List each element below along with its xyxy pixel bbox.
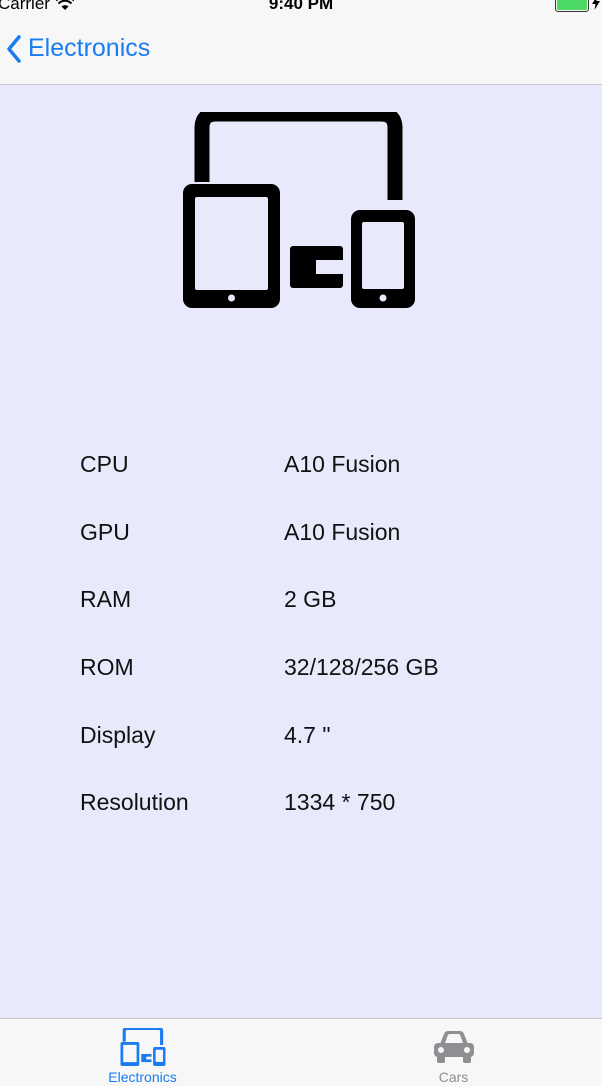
spec-label: CPU [80,451,129,478]
status-time: 9:40 PM [268,0,334,13]
spec-value: 1334 * 750 [284,789,396,816]
spec-value: 2 GB [284,586,337,613]
battery-icon [555,0,589,12]
tab-cars[interactable]: Cars [303,1019,602,1086]
devices-icon [183,112,415,308]
battery-level [557,0,587,10]
spec-list: CPU A10 Fusion GPU A10 Fusion RAM 2 GB R… [80,431,560,837]
spec-value: A10 Fusion [284,518,401,545]
spec-label: RAM [80,586,132,613]
car-icon [433,1031,474,1063]
spec-row-ram: RAM 2 GB [80,566,560,634]
screen: Carrier 9:40 PM Electronics CPU A10 Fusi… [0,0,602,1086]
spec-value: 4.7 " [284,721,331,748]
spec-value: A10 Fusion [284,451,401,478]
tab-electronics[interactable]: Electronics [0,1019,293,1086]
spec-value: 32/128/256 GB [284,654,439,681]
battery [555,0,600,12]
spec-row-rom: ROM 32/128/256 GB [80,634,560,702]
spec-row-display: Display 4.7 " [80,701,560,769]
chevron-left-icon [7,34,21,63]
charging-icon [592,0,600,10]
spec-row-resolution: Resolution 1334 * 750 [80,769,560,837]
devices-icon [120,1028,165,1066]
spec-label: Resolution [80,789,189,816]
navigation-bar: Electronics [0,14,602,85]
tab-label: Cars [438,1069,469,1085]
spec-row-cpu: CPU A10 Fusion [80,431,560,499]
back-button-label: Electronics [28,34,151,62]
tab-bar: Electronics Cars [0,1018,602,1086]
spec-row-gpu: GPU A10 Fusion [80,499,560,567]
spec-label: Display [80,721,156,748]
status-bar: Carrier 9:40 PM [0,0,602,14]
spec-label: GPU [80,518,130,545]
tab-label: Electronics [108,1069,177,1085]
back-button[interactable]: Electronics [6,34,150,63]
spec-label: ROM [80,654,134,681]
